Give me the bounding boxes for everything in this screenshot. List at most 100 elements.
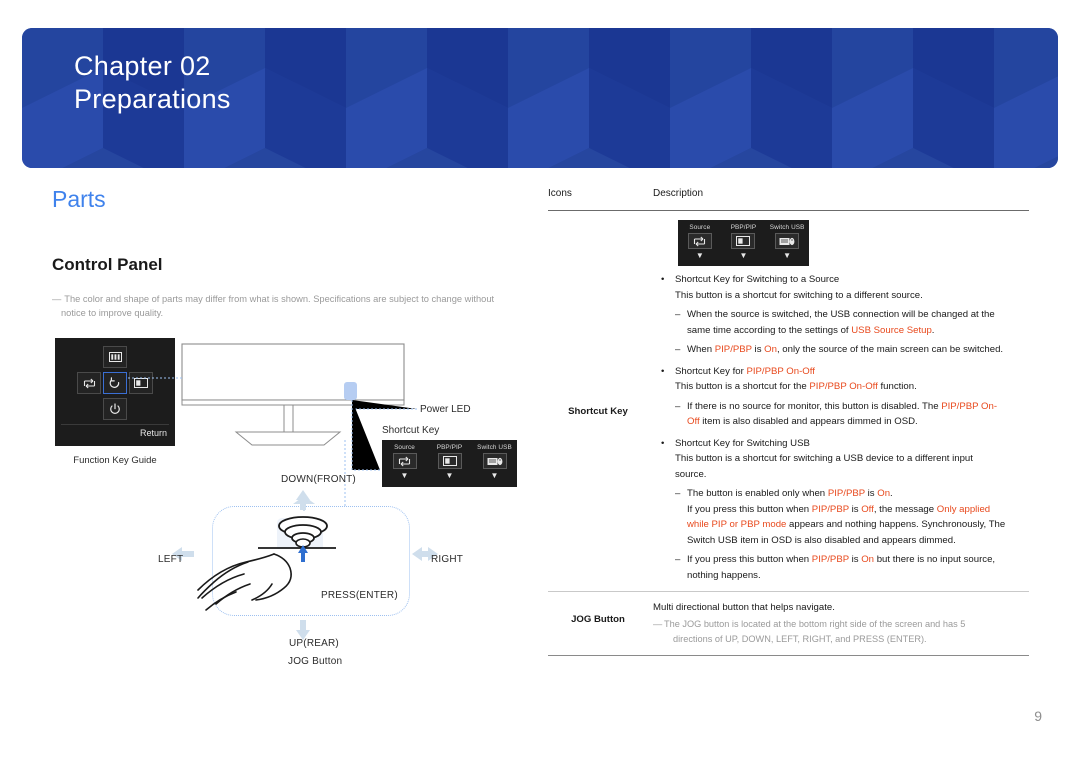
t: Shortcut Key for bbox=[675, 365, 747, 377]
highlight-pip-pbp: PIP/PBP bbox=[811, 503, 849, 515]
document-page: Chapter 02 Preparations Parts Control Pa… bbox=[0, 0, 1080, 763]
para-switching-usb-b: source. bbox=[675, 468, 707, 480]
subsection-title: Control Panel bbox=[52, 255, 163, 274]
highlight-on: On bbox=[877, 488, 891, 499]
highlight-usb-source-setup: USB Source Setup bbox=[851, 324, 932, 336]
switch-usb-icon bbox=[487, 457, 502, 465]
switch-usb-icon bbox=[779, 237, 795, 245]
dash-enabled-when-on: The button is enabled only when PIP/PBP … bbox=[653, 486, 1029, 502]
jog-description: Multi directional button that helps navi… bbox=[653, 602, 835, 613]
t: function. bbox=[877, 381, 917, 392]
dash-line-2-pre: same time according to the settings of bbox=[687, 324, 852, 336]
note-line-2: notice to improve quality. bbox=[61, 308, 164, 318]
shortcut-caption-pbppip: PBP/PIP bbox=[730, 224, 757, 231]
banner-title: Chapter 02 Preparations bbox=[74, 50, 231, 116]
highlight-off: Off bbox=[861, 503, 874, 515]
shortcut-key-label: Shortcut Key bbox=[382, 425, 440, 436]
power-led-label: Power LED bbox=[420, 404, 471, 415]
chapter-banner: Chapter 02 Preparations bbox=[22, 28, 1058, 168]
jog-label-press: PRESS(ENTER) bbox=[321, 590, 398, 601]
chevron-down-icon: ▼ bbox=[490, 471, 499, 480]
shortcut-key-panel-table: Source ▼ PBP/PIP ▼ Switch USB ▼ bbox=[678, 220, 809, 266]
note-line-1: The color and shape of parts may differ … bbox=[64, 294, 495, 304]
t: This button is a shortcut for the bbox=[675, 381, 810, 392]
shortcut-button-source[interactable]: Source ▼ bbox=[680, 224, 720, 260]
t: , only the source of the main screen can… bbox=[776, 344, 1004, 355]
highlight-pip-pbp-on-off: PIP/PBP On-Off bbox=[809, 381, 878, 392]
t: but there is no input source, bbox=[874, 554, 996, 565]
jog-note-line-2: directions of UP, DOWN, LEFT, RIGHT, and… bbox=[673, 633, 927, 644]
t: When bbox=[687, 344, 715, 355]
switch-usb-button[interactable] bbox=[482, 453, 507, 469]
t: . bbox=[890, 488, 893, 499]
para-pip-pbp-onoff: This button is a shortcut for the PIP/PB… bbox=[653, 379, 1029, 395]
highlight-pip-pbp: PIP/PBP bbox=[811, 554, 849, 565]
icons-description-table: Icons Description Shortcut Key Source ▼ … bbox=[548, 188, 1029, 656]
highlight-while-pip-or-pbp-mode: while PIP or PBP mode bbox=[687, 519, 787, 530]
bullet-source-shortcut: Shortcut Key for Switching to a Source bbox=[653, 272, 1029, 288]
banner-chapter: Chapter 02 bbox=[74, 51, 211, 81]
t: is bbox=[751, 344, 765, 355]
jog-label-down: DOWN(FRONT) bbox=[281, 474, 356, 485]
table-row: JOG Button Multi directional button that… bbox=[548, 591, 1029, 656]
t: The button is enabled only when bbox=[687, 488, 828, 499]
bullet-switching-usb: Shortcut Key for Switching USB bbox=[653, 436, 1029, 452]
t: is bbox=[848, 554, 862, 565]
shortcut-button-switchusb[interactable]: Switch USB ▼ bbox=[475, 444, 515, 480]
row-label-shortcut-key: Shortcut Key bbox=[568, 406, 628, 417]
row-label-jog-button: JOG Button bbox=[571, 614, 625, 625]
shortcut-caption-pbppip: PBP/PIP bbox=[436, 444, 463, 451]
para-source-shortcut: This button is a shortcut for switching … bbox=[675, 289, 923, 301]
highlight-pip-pbp: PIP/PBP bbox=[714, 344, 752, 355]
t: If you press this button when bbox=[687, 554, 812, 565]
hand-illustration bbox=[197, 553, 292, 611]
page-number: 9 bbox=[1034, 708, 1042, 724]
note-dash-icon: — bbox=[52, 294, 62, 304]
pbp-pip-button[interactable] bbox=[731, 233, 756, 249]
arrow-up-to-down-label bbox=[296, 490, 310, 510]
highlight-pip-pbp-on: PIP/PBP On- bbox=[941, 400, 998, 412]
source-button[interactable] bbox=[392, 453, 417, 469]
dash-line-2-post: . bbox=[931, 324, 935, 336]
page-title: Parts bbox=[52, 186, 106, 212]
t: Shortcut Key for Switching USB bbox=[675, 437, 810, 449]
column-header-icons: Icons bbox=[548, 188, 572, 199]
jog-label-up: UP(REAR) bbox=[289, 638, 339, 649]
control-panel-note: — The color and shape of parts may differ… bbox=[52, 292, 522, 320]
highlight-pip-pbp: PIP/PBP bbox=[827, 488, 865, 499]
switch-usb-button[interactable] bbox=[775, 233, 800, 249]
jog-button-caption: JOG Button bbox=[288, 656, 343, 667]
para-press-when-off-b: while PIP or PBP mode appears and nothin… bbox=[653, 517, 1029, 533]
dash-pip-pbp-on: When PIP/PBP is On, only the source of t… bbox=[653, 342, 1029, 358]
chevron-down-icon: ▼ bbox=[739, 251, 748, 260]
t: is bbox=[864, 488, 878, 499]
shortcut-button-pbppip[interactable]: PBP/PIP ▼ bbox=[723, 224, 763, 260]
pbp-icon bbox=[442, 456, 457, 466]
t: is bbox=[848, 503, 862, 515]
bullet-text: Shortcut Key for Switching to a Source bbox=[675, 274, 840, 285]
jog-note: — The JOG button is located at the botto… bbox=[653, 617, 1029, 646]
shortcut-caption-source: Source bbox=[689, 224, 711, 231]
shortcut-caption-switchusb: Switch USB bbox=[769, 224, 805, 231]
shortcut-button-switchusb[interactable]: Switch USB ▼ bbox=[767, 224, 807, 260]
highlight-off: Off bbox=[687, 416, 700, 427]
arrow-down bbox=[296, 620, 310, 640]
dash-no-source-disabled: If there is no source for monitor, this … bbox=[653, 399, 1029, 415]
pbp-icon bbox=[736, 236, 751, 246]
t: item is also disabled and appears dimmed… bbox=[699, 416, 918, 427]
source-button[interactable] bbox=[687, 233, 712, 249]
table-header-row: Icons Description bbox=[548, 188, 1029, 211]
jog-label-right: RIGHT bbox=[431, 554, 464, 565]
row-body-shortcut-key: Source ▼ PBP/PIP ▼ Switch USB ▼ • Shortc… bbox=[653, 220, 1029, 583]
highlight-on: On bbox=[861, 554, 875, 565]
dash-no-source-disabled-cont: Off item is also disabled and appears di… bbox=[653, 414, 1029, 430]
chevron-down-icon: ▼ bbox=[695, 251, 704, 260]
para-press-when-off-c: Switch USB item in OSD is also disabled … bbox=[687, 534, 956, 546]
row-body-jog-button: Multi directional button that helps navi… bbox=[653, 600, 1029, 646]
column-header-description: Description bbox=[653, 188, 704, 199]
highlight-pip-pbp-on-off: PIP/PBP On-Off bbox=[746, 365, 815, 377]
pbp-pip-button[interactable] bbox=[437, 453, 462, 469]
para-press-when-off-a: If you press this button when PIP/PBP is… bbox=[653, 502, 1029, 518]
jog-label-left: LEFT bbox=[158, 554, 184, 565]
table-bottom-divider bbox=[548, 655, 1029, 656]
